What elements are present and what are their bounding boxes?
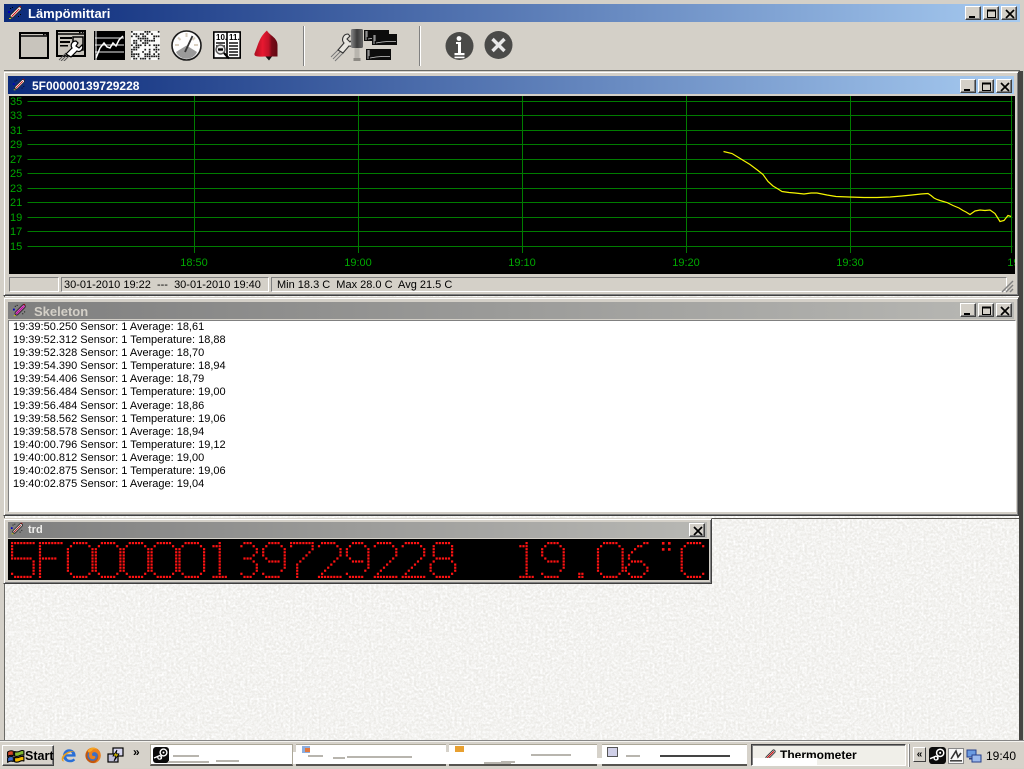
- svg-text:19: 19: [10, 212, 22, 224]
- svg-text:10.: 10.: [216, 33, 227, 42]
- svg-text:33: 33: [10, 110, 22, 122]
- svg-text:23: 23: [10, 183, 22, 195]
- svg-text:19:00: 19:00: [344, 257, 372, 269]
- svg-text:15: 15: [10, 241, 22, 253]
- svg-text:31: 31: [10, 125, 22, 137]
- svg-text:25: 25: [10, 168, 22, 180]
- svg-text:19:20: 19:20: [672, 257, 700, 269]
- svg-text:35: 35: [10, 96, 22, 108]
- svg-text:11.: 11.: [229, 33, 240, 42]
- svg-text:27: 27: [10, 154, 22, 166]
- svg-text:21: 21: [10, 197, 22, 209]
- svg-text:18:50: 18:50: [180, 257, 208, 269]
- svg-text:19:30: 19:30: [836, 257, 864, 269]
- svg-text:29: 29: [10, 139, 22, 151]
- svg-text:19:40: 19:40: [1007, 257, 1015, 269]
- svg-text:17: 17: [10, 226, 22, 238]
- svg-text:19:10: 19:10: [508, 257, 536, 269]
